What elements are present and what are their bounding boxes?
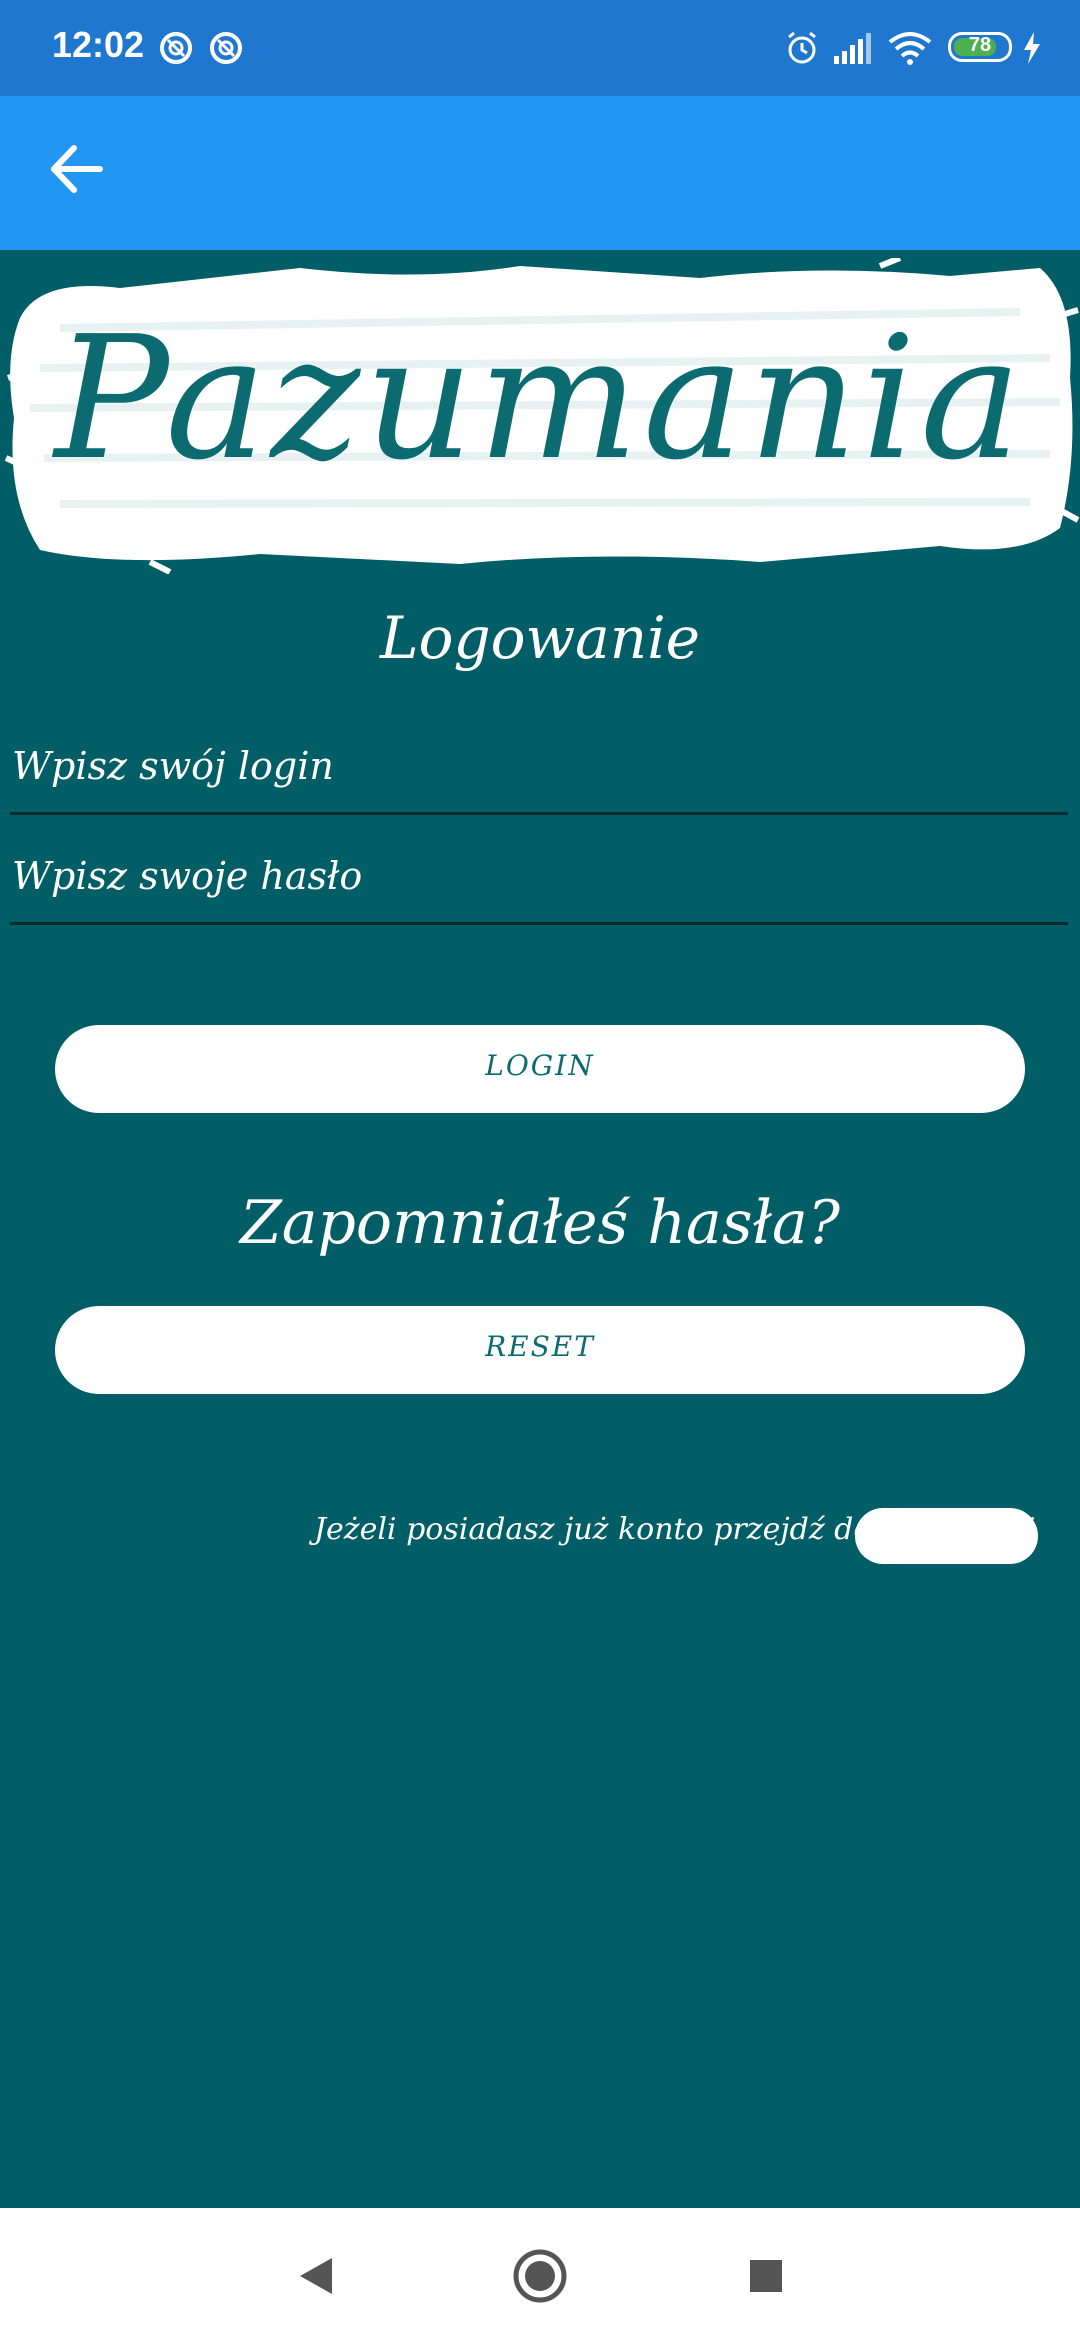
notification-icon [210, 32, 242, 64]
battery-icon: 78 [948, 32, 1012, 62]
back-triangle-icon[interactable] [292, 2252, 340, 2300]
login-heading: Logowanie [380, 604, 700, 672]
password-input[interactable]: Wpisz swoje hasło [10, 842, 1068, 925]
status-time: 12:02 [52, 24, 145, 65]
login-button[interactable]: LOGIN [55, 1025, 1025, 1113]
password-placeholder: Wpisz swoje hasło [12, 854, 363, 898]
arrow-left-icon[interactable] [44, 136, 110, 202]
app-logo-title: Pazumania [54, 300, 1026, 498]
signal-icon [834, 33, 871, 64]
system-navigation-bar [0, 2208, 1080, 2340]
register-button[interactable] [855, 1508, 1038, 1564]
home-circle-icon[interactable] [512, 2248, 568, 2304]
login-input[interactable]: Wpisz swój login [10, 732, 1068, 815]
forgot-password-text: Zapomniałeś hasła? [240, 1188, 840, 1258]
battery-level: 78 [968, 34, 992, 56]
login-button-label: LOGIN [485, 1049, 595, 1082]
app-bar [0, 96, 1080, 250]
recents-square-icon[interactable] [742, 2252, 790, 2300]
notification-icon [160, 32, 192, 64]
charging-icon [1024, 32, 1040, 64]
status-bar: 12:02 78 [0, 0, 1080, 96]
alarm-icon [788, 31, 816, 64]
wifi-icon [888, 32, 932, 65]
reset-button[interactable]: RESET [55, 1306, 1025, 1394]
login-placeholder: Wpisz swój login [12, 744, 334, 788]
reset-button-label: RESET [485, 1330, 595, 1363]
